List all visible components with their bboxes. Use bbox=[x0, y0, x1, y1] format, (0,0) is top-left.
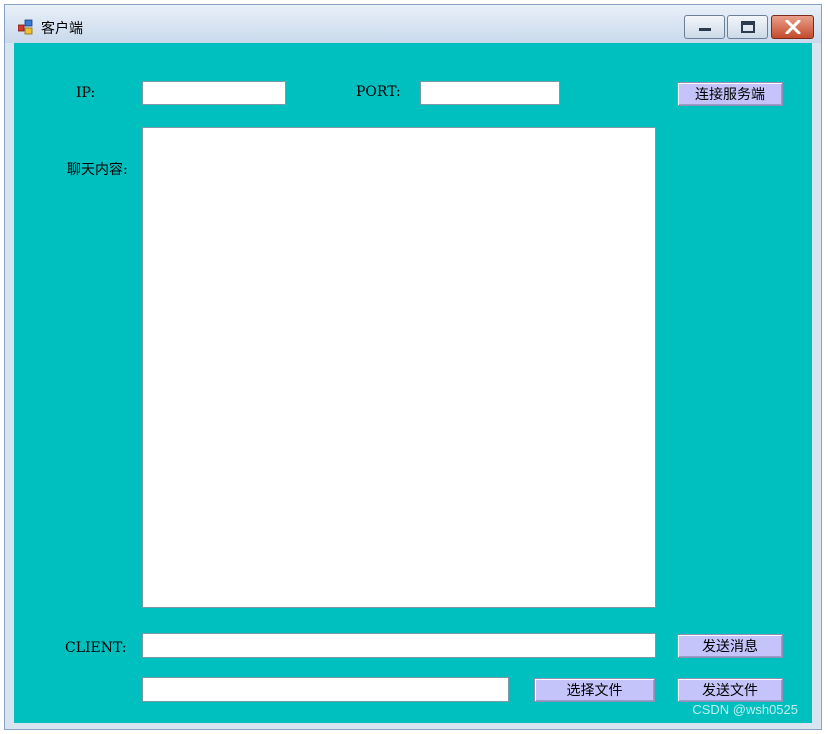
client-window: 客户端 IP: PORT: 连接服务端 聊天内容: CLIENT: 发送消息 选… bbox=[4, 4, 822, 730]
close-icon bbox=[785, 20, 800, 34]
client-label: CLIENT: bbox=[65, 640, 127, 656]
chat-content-label: 聊天内容: bbox=[67, 162, 128, 178]
send-message-button[interactable]: 发送消息 bbox=[677, 634, 783, 658]
app-icon bbox=[18, 19, 33, 35]
maximize-button[interactable] bbox=[727, 15, 768, 39]
close-button[interactable] bbox=[771, 15, 814, 39]
port-label: PORT: bbox=[356, 84, 401, 100]
send-file-button[interactable]: 发送文件 bbox=[677, 678, 783, 702]
message-input[interactable] bbox=[142, 633, 656, 658]
file-path-input[interactable] bbox=[142, 677, 509, 702]
chat-content-textarea[interactable] bbox=[142, 127, 656, 608]
title-bar[interactable]: 客户端 bbox=[5, 5, 821, 43]
maximize-icon bbox=[740, 21, 755, 33]
connect-server-button[interactable]: 连接服务端 bbox=[677, 82, 783, 106]
minimize-icon bbox=[698, 28, 711, 31]
form-client-area: IP: PORT: 连接服务端 聊天内容: CLIENT: 发送消息 选择文件 … bbox=[14, 43, 812, 723]
minimize-button[interactable] bbox=[684, 15, 725, 39]
window-title: 客户端 bbox=[41, 21, 83, 37]
watermark-text: CSDN @wsh0525 bbox=[692, 702, 798, 717]
port-input[interactable] bbox=[420, 81, 560, 105]
ip-label: IP: bbox=[76, 85, 96, 101]
ip-input[interactable] bbox=[142, 81, 286, 105]
choose-file-button[interactable]: 选择文件 bbox=[534, 678, 655, 702]
